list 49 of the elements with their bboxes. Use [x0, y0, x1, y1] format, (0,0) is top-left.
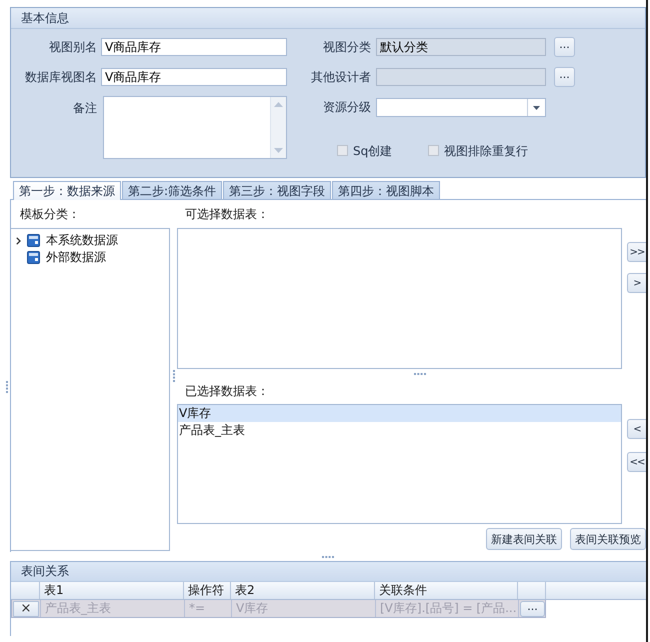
tab[interactable]: 第四步：视图脚本	[332, 181, 440, 199]
field-label: 视图别名	[48, 39, 98, 55]
move-button[interactable]: >	[627, 273, 646, 293]
column-header[interactable]: 表2	[231, 582, 375, 599]
data-source-icon	[27, 234, 40, 247]
field-label: 资源分级	[322, 99, 372, 115]
move-button[interactable]: <	[627, 419, 646, 439]
list-item[interactable]: V库存	[178, 405, 621, 422]
new-relation-button[interactable]: 新建表间关联	[486, 528, 562, 550]
tab[interactable]: 第三步：视图字段	[223, 181, 332, 199]
tree-item[interactable]: 外部数据源	[11, 249, 169, 266]
checkbox[interactable]	[428, 145, 440, 156]
relation-preview-button[interactable]: 表间关联预览	[570, 528, 646, 550]
column-header[interactable]: 操作符	[184, 582, 231, 599]
checkbox[interactable]	[337, 145, 348, 156]
table-cell: V库存	[232, 600, 376, 617]
table-cell: [V库存].[品号] = [产品...	[376, 600, 519, 617]
panel-label: 可选择数据表：	[185, 206, 269, 222]
field-label: 数据库视图名	[24, 69, 98, 85]
tab[interactable]: 第一步：数据来源	[13, 181, 121, 200]
column-header[interactable]: 关联条件	[375, 582, 518, 599]
move-button[interactable]: >>	[627, 242, 646, 262]
caret-down-icon	[533, 106, 540, 110]
list-box[interactable]: V库存 产品表_主表	[177, 404, 622, 524]
text-field[interactable]: V商品库存	[101, 68, 287, 86]
data-source-icon	[27, 251, 40, 264]
chevron-right-icon[interactable]	[16, 236, 21, 244]
field-label: 其他设计者	[310, 69, 372, 85]
table-cell: 产品表_主表	[41, 600, 185, 617]
column-header[interactable]: 表1	[40, 582, 184, 599]
table-cell: *=	[185, 600, 232, 617]
tab[interactable]: 第二步:筛选条件	[122, 181, 222, 199]
text-field[interactable]: V商品库存	[101, 38, 287, 56]
field-label: 备注	[72, 100, 98, 116]
scroll-down-icon[interactable]	[274, 148, 283, 153]
checkbox-label: Sq创建	[353, 142, 392, 158]
scrollbar[interactable]	[270, 97, 286, 158]
field-label: 视图分类	[322, 39, 372, 55]
checkbox-label: 视图排除重复行	[444, 142, 528, 158]
panel-label: 模板分类：	[20, 206, 80, 222]
scroll-up-icon[interactable]	[274, 102, 283, 107]
panel-label: 已选择数据表：	[185, 382, 269, 400]
tree-item[interactable]: 本系统数据源	[11, 232, 169, 249]
section-header: 基本信息	[11, 8, 645, 29]
section-header: 表间关系	[11, 561, 646, 581]
memo-field[interactable]	[103, 96, 287, 159]
list-item[interactable]: 产品表_主表	[178, 422, 621, 439]
move-button[interactable]: <<	[627, 452, 646, 472]
dropdown-field[interactable]	[376, 98, 546, 117]
